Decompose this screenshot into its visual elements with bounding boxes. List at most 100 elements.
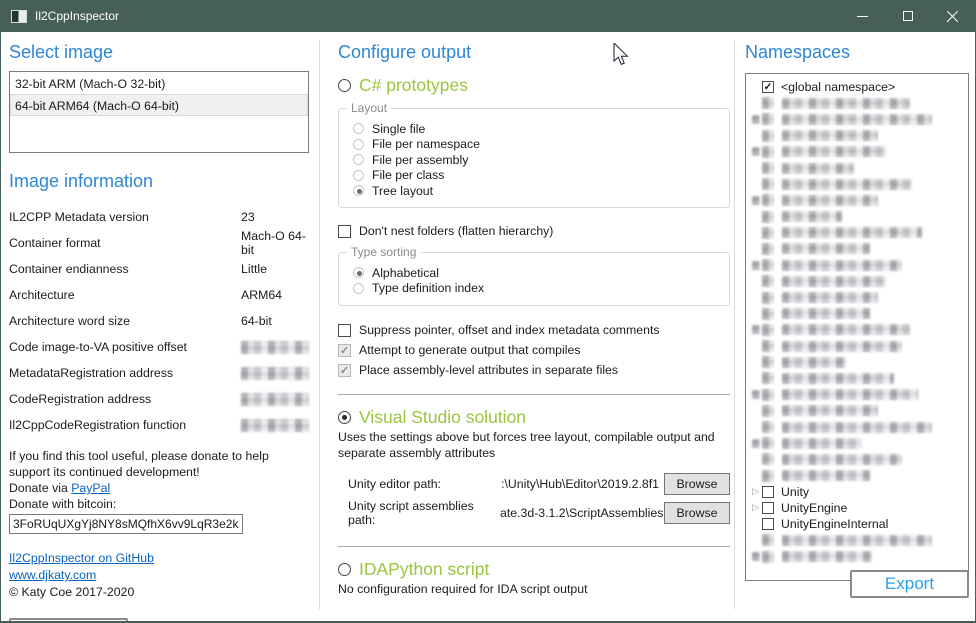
namespace-row[interactable]: ▷UnityEngine: [746, 500, 968, 516]
unity-editor-browse-button[interactable]: Browse: [664, 473, 730, 495]
namespace-row[interactable]: [746, 532, 968, 548]
visual-studio-radio-icon[interactable]: [338, 411, 351, 424]
namespace-row[interactable]: [746, 273, 968, 289]
namespace-row[interactable]: [746, 192, 968, 208]
namespace-row[interactable]: [746, 209, 968, 225]
idapython-option[interactable]: IDAPython script: [338, 559, 730, 580]
checkbox-slot: [762, 518, 779, 530]
namespace-row[interactable]: [746, 241, 968, 257]
redacted-checkbox: [762, 227, 774, 239]
layout-groupbox: Layout Single fileFile per namespaceFile…: [338, 108, 730, 208]
select-image-panel: Select image 32-bit ARM (Mach-O 32-bit)6…: [9, 42, 309, 601]
flatten-checkbox-icon[interactable]: [338, 225, 351, 238]
namespace-row[interactable]: UnityEngineInternal: [746, 516, 968, 532]
namespace-row[interactable]: [746, 111, 968, 127]
github-link[interactable]: Il2CppInspector on GitHub: [9, 551, 154, 565]
visual-studio-label: Visual Studio solution: [359, 407, 526, 428]
title-bar: Il2CppInspector: [1, 0, 975, 32]
namespace-row[interactable]: [746, 128, 968, 144]
unity-script-browse-button[interactable]: Browse: [664, 502, 730, 524]
redacted-namespace-label: [782, 551, 872, 562]
radio-icon[interactable]: [353, 170, 364, 181]
redacted-checkbox: [762, 405, 774, 417]
donate-bitcoin-label: Donate with bitcoin:: [9, 496, 309, 512]
radio-option-label: Alphabetical: [372, 266, 439, 280]
namespace-checkbox-icon[interactable]: [762, 486, 774, 498]
radio-option[interactable]: Single file: [349, 121, 719, 137]
close-button[interactable]: [930, 0, 975, 32]
image-list-item[interactable]: 64-bit ARM64 (Mach-O 64-bit): [10, 94, 308, 116]
namespace-checkbox-icon[interactable]: ✓: [762, 81, 774, 93]
namespace-row[interactable]: [746, 387, 968, 403]
paypal-link[interactable]: PayPal: [71, 481, 110, 495]
namespace-row[interactable]: [746, 435, 968, 451]
output-checkbox-row[interactable]: ✓Attempt to generate output that compile…: [338, 340, 730, 360]
output-option-checkbox-icon[interactable]: ✓: [338, 364, 351, 377]
namespace-row[interactable]: [746, 419, 968, 435]
expander-icon[interactable]: ▷: [752, 503, 759, 512]
idapython-radio-icon[interactable]: [338, 563, 351, 576]
radio-option[interactable]: File per class: [349, 168, 719, 184]
radio-option[interactable]: File per assembly: [349, 152, 719, 168]
namespace-checkbox-icon[interactable]: [762, 502, 774, 514]
namespaces-listbox[interactable]: ✓<global namespace> ▷Unity▷UnityEngineUni…: [745, 73, 969, 581]
image-list-item[interactable]: 32-bit ARM (Mach-O 32-bit): [10, 72, 308, 94]
bitcoin-address-input[interactable]: [9, 514, 243, 534]
namespace-row[interactable]: [746, 403, 968, 419]
redacted-namespace-label: [782, 130, 878, 141]
radio-option[interactable]: Type definition index: [349, 281, 719, 297]
namespace-checkbox-icon[interactable]: [762, 518, 774, 530]
checkbox-slot: [762, 453, 779, 465]
radio-option[interactable]: Alphabetical: [349, 265, 719, 281]
flatten-checkbox-row[interactable]: Don't nest folders (flatten hierarchy): [338, 222, 730, 240]
namespace-row[interactable]: [746, 451, 968, 467]
radio-icon[interactable]: [353, 267, 364, 278]
output-option-checkbox-icon[interactable]: ✓: [338, 344, 351, 357]
namespace-row[interactable]: [746, 176, 968, 192]
back-button[interactable]: << Back: [9, 618, 128, 623]
export-button[interactable]: Export: [850, 570, 969, 598]
maximize-button[interactable]: [885, 0, 930, 32]
output-option-checkbox-icon[interactable]: [338, 324, 351, 337]
namespace-row[interactable]: [746, 338, 968, 354]
configure-output-title: Configure output: [338, 42, 730, 63]
minimize-button[interactable]: [840, 0, 885, 32]
radio-icon[interactable]: [353, 283, 364, 294]
redacted-namespace-label: [782, 114, 932, 125]
output-checkbox-row[interactable]: Suppress pointer, offset and index metad…: [338, 320, 730, 340]
csharp-radio-icon[interactable]: [338, 79, 351, 92]
visual-studio-option[interactable]: Visual Studio solution: [338, 407, 730, 428]
namespace-row[interactable]: [746, 370, 968, 386]
expander-icon[interactable]: ▷: [752, 487, 759, 496]
namespace-row[interactable]: [746, 548, 968, 564]
namespace-row[interactable]: [746, 95, 968, 111]
namespace-row[interactable]: ▷Unity: [746, 484, 968, 500]
radio-option[interactable]: File per namespace: [349, 137, 719, 153]
radio-icon[interactable]: [353, 123, 364, 134]
website-link[interactable]: www.djkaty.com: [9, 568, 96, 582]
image-listbox[interactable]: 32-bit ARM (Mach-O 32-bit)64-bit ARM64 (…: [9, 71, 309, 153]
namespace-row[interactable]: [746, 160, 968, 176]
csharp-prototypes-option[interactable]: C# prototypes: [338, 75, 730, 96]
namespace-row[interactable]: [746, 322, 968, 338]
radio-option[interactable]: Tree layout: [349, 183, 719, 199]
namespace-row[interactable]: ✓<global namespace>: [746, 79, 968, 95]
maximize-icon: [903, 11, 913, 21]
unity-script-path-value[interactable]: ate.3d-3.1.2\ScriptAssemblies: [500, 506, 664, 520]
radio-icon[interactable]: [353, 185, 364, 196]
namespace-row[interactable]: [746, 306, 968, 322]
namespace-row[interactable]: [746, 144, 968, 160]
redacted-value: [241, 419, 309, 432]
info-label: MetadataRegistration address: [9, 366, 241, 380]
unity-editor-path-value[interactable]: :\Unity\Hub\Editor\2019.2.8f1: [500, 477, 664, 491]
radio-icon[interactable]: [353, 154, 364, 165]
namespace-row[interactable]: [746, 468, 968, 484]
namespace-row[interactable]: [746, 289, 968, 305]
namespace-row[interactable]: [746, 354, 968, 370]
radio-icon[interactable]: [353, 139, 364, 150]
output-checkbox-row[interactable]: ✓Place assembly-level attributes in sepa…: [338, 360, 730, 380]
namespace-row[interactable]: [746, 257, 968, 273]
radio-option-label: File per class: [372, 168, 444, 182]
namespace-row[interactable]: [746, 225, 968, 241]
unity-script-path-label: Unity script assemblies path:: [338, 499, 500, 527]
